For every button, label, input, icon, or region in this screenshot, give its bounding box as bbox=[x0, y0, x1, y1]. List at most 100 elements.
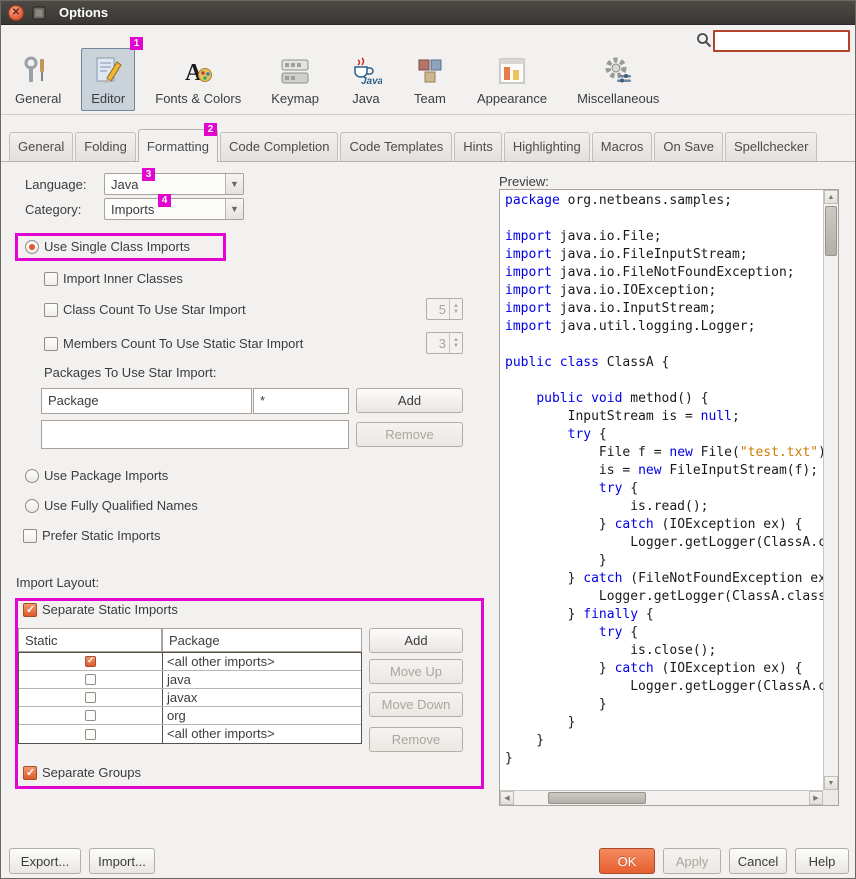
scroll-up-icon[interactable]: ▲ bbox=[824, 190, 838, 204]
code-line: } bbox=[505, 733, 823, 751]
static-checkbox[interactable] bbox=[85, 692, 96, 703]
titlebar[interactable]: ✕ Options bbox=[1, 1, 855, 25]
prefer-static-checkbox[interactable] bbox=[23, 529, 37, 543]
code-line: File f = new File("test.txt"); bbox=[505, 445, 823, 463]
hscroll-thumb[interactable] bbox=[548, 792, 646, 804]
category-combobox[interactable]: Imports ▼ bbox=[104, 198, 244, 220]
table-row[interactable]: javax bbox=[19, 689, 361, 707]
static-checkbox[interactable] bbox=[85, 674, 96, 685]
star-table-body[interactable] bbox=[41, 420, 349, 449]
members-count-checkbox[interactable] bbox=[44, 337, 58, 351]
code-line bbox=[505, 211, 823, 229]
layout-table-header-static[interactable]: Static bbox=[18, 628, 162, 652]
chevron-down-icon[interactable]: ▼ bbox=[225, 174, 243, 194]
search-input[interactable] bbox=[713, 30, 850, 52]
table-row[interactable]: java bbox=[19, 671, 361, 689]
toolbar-separator bbox=[1, 114, 855, 115]
code-line bbox=[505, 373, 823, 391]
separate-groups-checkbox[interactable] bbox=[23, 766, 37, 780]
category-value: Imports bbox=[111, 202, 154, 217]
toolbar-item-fonts-colors[interactable]: AFonts & Colors bbox=[145, 48, 251, 111]
layout-add-button[interactable]: Add bbox=[369, 628, 463, 653]
scroll-right-icon[interactable]: ▶ bbox=[809, 791, 823, 805]
package-cell[interactable]: <all other imports> bbox=[163, 653, 361, 670]
tab-code-completion[interactable]: Code Completion bbox=[220, 132, 338, 161]
static-checkbox[interactable] bbox=[85, 729, 96, 740]
class-count-spinner[interactable]: 5 ▲▼ bbox=[426, 298, 463, 320]
horizontal-scrollbar[interactable]: ◀ ▶ bbox=[500, 790, 823, 805]
members-count-spinner[interactable]: 3 ▲▼ bbox=[426, 332, 463, 354]
tab-spellchecker[interactable]: Spellchecker bbox=[725, 132, 817, 161]
svg-text:Java: Java bbox=[361, 76, 382, 87]
toolbar-item-general[interactable]: General bbox=[5, 48, 71, 111]
spinner-value: 3 bbox=[427, 333, 449, 353]
tab-folding[interactable]: Folding bbox=[75, 132, 136, 161]
use-package-imports-radio[interactable] bbox=[25, 469, 39, 483]
spinner-arrows-icon[interactable]: ▲▼ bbox=[449, 299, 462, 319]
move-down-button[interactable]: Move Down bbox=[369, 692, 463, 717]
layout-remove-button[interactable]: Remove bbox=[369, 727, 463, 752]
star-table-header-package[interactable]: Package bbox=[41, 388, 252, 414]
general-icon bbox=[21, 54, 55, 88]
package-cell[interactable]: org bbox=[163, 707, 361, 724]
chevron-down-icon[interactable]: ▼ bbox=[225, 199, 243, 219]
import-button[interactable]: Import... bbox=[89, 848, 155, 874]
import-layout-label: Import Layout: bbox=[16, 575, 99, 590]
tab-general[interactable]: General bbox=[9, 132, 73, 161]
vertical-scrollbar[interactable]: ▲ ▼ bbox=[823, 190, 838, 790]
use-single-class-imports-radio[interactable] bbox=[25, 240, 39, 254]
spinner-arrows-icon[interactable]: ▲▼ bbox=[449, 333, 462, 353]
tab-hints[interactable]: Hints bbox=[454, 132, 502, 161]
tab-macros[interactable]: Macros bbox=[592, 132, 653, 161]
table-row[interactable]: org bbox=[19, 707, 361, 725]
toolbar-item-editor[interactable]: Editor bbox=[81, 48, 135, 111]
keymap-icon bbox=[278, 54, 312, 88]
star-add-button[interactable]: Add bbox=[356, 388, 463, 413]
star-table-header-star[interactable]: * bbox=[253, 388, 349, 414]
code-line: try { bbox=[505, 625, 823, 643]
package-cell[interactable]: javax bbox=[163, 689, 361, 706]
table-row[interactable]: <all other imports> bbox=[19, 653, 361, 671]
tab-code-templates[interactable]: Code Templates bbox=[340, 132, 452, 161]
close-button[interactable]: ✕ bbox=[8, 5, 24, 21]
static-checkbox[interactable] bbox=[85, 656, 96, 667]
star-remove-button[interactable]: Remove bbox=[356, 422, 463, 447]
use-fully-qualified-radio[interactable] bbox=[25, 499, 39, 513]
ok-button[interactable]: OK bbox=[599, 848, 655, 874]
code-line: InputStream is = null; bbox=[505, 409, 823, 427]
scroll-left-icon[interactable]: ◀ bbox=[500, 791, 514, 805]
toolbar-items: GeneralEditorAFonts & ColorsKeymapJavaJa… bbox=[5, 27, 669, 111]
scroll-down-icon[interactable]: ▼ bbox=[824, 776, 838, 790]
vscroll-thumb[interactable] bbox=[825, 206, 837, 256]
use-package-imports-label: Use Package Imports bbox=[44, 468, 168, 483]
table-row[interactable]: <all other imports> bbox=[19, 725, 361, 743]
class-count-checkbox[interactable] bbox=[44, 303, 58, 317]
toolbar-item-team[interactable]: Team bbox=[403, 48, 457, 111]
help-button[interactable]: Help bbox=[795, 848, 849, 874]
code-line: try { bbox=[505, 481, 823, 499]
class-count-label: Class Count To Use Star Import bbox=[63, 302, 246, 317]
toolbar-item-java[interactable]: JavaJava bbox=[339, 48, 393, 111]
toolbar-item-appearance[interactable]: Appearance bbox=[467, 48, 557, 111]
toolbar-item-label: Editor bbox=[91, 91, 125, 106]
code-line: import java.io.IOException; bbox=[505, 283, 823, 301]
separate-static-checkbox[interactable] bbox=[23, 603, 37, 617]
move-up-button[interactable]: Move Up bbox=[369, 659, 463, 684]
tab-highlighting[interactable]: Highlighting bbox=[504, 132, 590, 161]
import-inner-classes-checkbox[interactable] bbox=[44, 272, 58, 286]
static-checkbox[interactable] bbox=[85, 710, 96, 721]
search-icon bbox=[696, 32, 712, 51]
cancel-button[interactable]: Cancel bbox=[729, 848, 787, 874]
toolbar-item-keymap[interactable]: Keymap bbox=[261, 48, 329, 111]
layout-table-header-package[interactable]: Package bbox=[162, 628, 362, 652]
language-combobox[interactable]: Java ▼ bbox=[104, 173, 244, 195]
window-icon bbox=[32, 6, 46, 23]
package-cell[interactable]: <all other imports> bbox=[163, 725, 361, 743]
layout-table-body: <all other imports>javajavaxorg<all othe… bbox=[18, 652, 362, 744]
code-line: } bbox=[505, 697, 823, 715]
apply-button[interactable]: Apply bbox=[663, 848, 721, 874]
tab-on-save[interactable]: On Save bbox=[654, 132, 723, 161]
export-button[interactable]: Export... bbox=[9, 848, 81, 874]
toolbar-item-miscellaneous[interactable]: Miscellaneous bbox=[567, 48, 669, 111]
package-cell[interactable]: java bbox=[163, 671, 361, 688]
